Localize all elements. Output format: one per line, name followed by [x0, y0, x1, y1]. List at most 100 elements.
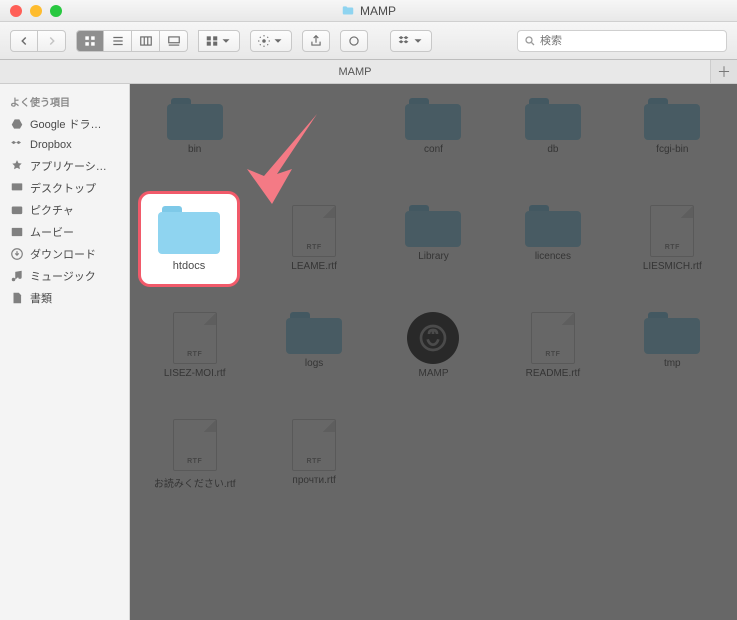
tab-mamp[interactable]: MAMP: [0, 60, 711, 83]
sidebar-item-dropbox[interactable]: Dropbox: [0, 135, 129, 155]
file-item[interactable]: db: [494, 94, 611, 199]
file-label: MAMP: [418, 368, 448, 379]
content-pane: binconfdbfcgi-binhtdocsRTFLEAME.rtfLibra…: [130, 84, 737, 620]
file-label: прочти.rtf: [292, 475, 335, 486]
tags-button[interactable]: [340, 30, 368, 52]
file-item[interactable]: RTF お読みください.rtf: [136, 415, 253, 520]
file-item[interactable]: conf: [375, 94, 492, 199]
file-item[interactable]: fcgi-bin: [614, 94, 731, 199]
file-label: licences: [535, 251, 571, 262]
sidebar-item-label: 書類: [30, 290, 52, 306]
gallery-view-button[interactable]: [160, 30, 188, 52]
icon-view-button[interactable]: [76, 30, 104, 52]
sidebar-favorites-header: よく使う項目: [0, 90, 129, 113]
file-item[interactable]: licences: [494, 201, 611, 306]
sidebar-item-music[interactable]: ミュージック: [0, 265, 129, 287]
file-item[interactable]: tmp: [614, 308, 731, 413]
file-label: conf: [424, 144, 443, 155]
sidebar-item-label: ムービー: [30, 224, 74, 240]
search-input[interactable]: [540, 35, 720, 47]
folder-icon: [644, 312, 700, 354]
sidebar-item-googledrive[interactable]: Google ドラ…: [0, 113, 129, 135]
file-label: README.rtf: [526, 368, 580, 379]
folder-icon: [158, 206, 220, 254]
file-item[interactable]: MAMP: [375, 308, 492, 413]
sidebar-item-pictures[interactable]: ピクチャ: [0, 199, 129, 221]
dropbox-button[interactable]: [390, 30, 432, 52]
documents-icon: [10, 291, 24, 305]
search-icon: [524, 35, 536, 47]
document-icon: RTF: [292, 419, 336, 471]
applications-icon: [10, 159, 24, 173]
sidebar-item-label: ミュージック: [30, 268, 96, 284]
main-area: よく使う項目 Google ドラ… Dropbox アプリケーシ… デスクトップ…: [0, 84, 737, 620]
sidebar-item-documents[interactable]: 書類: [0, 287, 129, 309]
sidebar-item-downloads[interactable]: ダウンロード: [0, 243, 129, 265]
nav-buttons: [10, 30, 66, 52]
folder-icon: [286, 312, 342, 354]
column-view-button[interactable]: [132, 30, 160, 52]
action-button[interactable]: [250, 30, 292, 52]
folder-icon: [405, 98, 461, 140]
file-item[interactable]: RTF LIESMICH.rtf: [614, 201, 731, 306]
toolbar: [0, 22, 737, 60]
document-icon: RTF: [531, 312, 575, 364]
file-label: LEAME.rtf: [291, 261, 337, 272]
file-label: logs: [305, 358, 323, 369]
googledrive-icon: [10, 117, 24, 131]
file-label: tmp: [664, 358, 681, 369]
sidebar-item-label: アプリケーシ…: [30, 158, 107, 174]
sidebar-item-label: ピクチャ: [30, 202, 74, 218]
sidebar: よく使う項目 Google ドラ… Dropbox アプリケーシ… デスクトップ…: [0, 84, 130, 620]
file-item[interactable]: RTFLEAME.rtf: [255, 201, 372, 306]
pictures-icon: [10, 203, 24, 217]
forward-button[interactable]: [38, 30, 66, 52]
tab-bar: MAMP ＋: [0, 60, 737, 84]
app-icon: [407, 312, 459, 364]
file-label: LIESMICH.rtf: [643, 261, 702, 272]
file-label: bin: [188, 144, 201, 155]
arrow-annotation: [222, 94, 342, 214]
desktop-icon: [10, 181, 24, 195]
window-title-text: MAMP: [360, 4, 396, 18]
sidebar-item-label: Google ドラ…: [30, 116, 102, 132]
downloads-icon: [10, 247, 24, 261]
movies-icon: [10, 225, 24, 239]
sidebar-item-movies[interactable]: ムービー: [0, 221, 129, 243]
arrange-button[interactable]: [198, 30, 240, 52]
document-icon: RTF: [173, 312, 217, 364]
file-item[interactable]: logs: [255, 308, 372, 413]
back-button[interactable]: [10, 30, 38, 52]
folder-icon: [525, 98, 581, 140]
titlebar: MAMP: [0, 0, 737, 22]
list-view-button[interactable]: [104, 30, 132, 52]
folder-icon: [167, 98, 223, 140]
tab-label: MAMP: [339, 66, 372, 78]
music-icon: [10, 269, 24, 283]
folder-icon: [341, 4, 355, 18]
dropbox-icon: [10, 138, 24, 152]
file-label: fcgi-bin: [656, 144, 688, 155]
folder-icon: [644, 98, 700, 140]
file-label: お読みください.rtf: [154, 475, 236, 490]
folder-icon: [525, 205, 581, 247]
file-item[interactable]: Library: [375, 201, 492, 306]
document-icon: RTF: [650, 205, 694, 257]
sidebar-item-label: Dropbox: [30, 139, 72, 151]
sidebar-item-label: デスクトップ: [30, 180, 96, 196]
sidebar-item-label: ダウンロード: [30, 246, 96, 262]
folder-icon: [405, 205, 461, 247]
file-label: db: [547, 144, 558, 155]
file-label: Library: [418, 251, 449, 262]
share-button[interactable]: [302, 30, 330, 52]
new-tab-button[interactable]: ＋: [711, 60, 737, 83]
document-icon: RTF: [173, 419, 217, 471]
file-item[interactable]: RTF прочти.rtf: [255, 415, 372, 520]
view-buttons: [76, 30, 188, 52]
sidebar-item-desktop[interactable]: デスクトップ: [0, 177, 129, 199]
search-field[interactable]: [517, 30, 727, 52]
sidebar-item-applications[interactable]: アプリケーシ…: [0, 155, 129, 177]
file-item[interactable]: RTF README.rtf: [494, 308, 611, 413]
file-item[interactable]: RTFLISEZ-MOI.rtf: [136, 308, 253, 413]
highlight-label: htdocs: [173, 260, 205, 272]
